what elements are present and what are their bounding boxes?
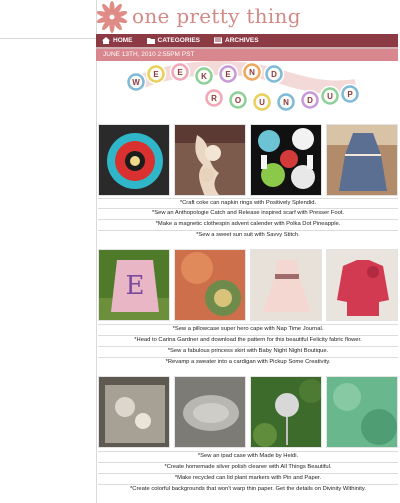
- banner-letter: N: [283, 98, 289, 107]
- caption-text[interactable]: *Create homemade silver polish cleaner w…: [164, 464, 331, 470]
- banner-letter-bubble: O: [227, 89, 249, 111]
- caption-colorful-backgrounds[interactable]: *Create colorful backgrounds that won't …: [98, 484, 398, 493]
- photo-colorful-backgrounds[interactable]: [326, 376, 398, 448]
- caption-napkin-rings[interactable]: *Craft coke can napkin rings with Positi…: [98, 198, 398, 207]
- photo-clothespin-calendar[interactable]: [250, 124, 322, 196]
- banner-letter-bubble: E: [145, 63, 167, 85]
- caption-cardigan[interactable]: *Revamp a sweater into a cardigan with P…: [98, 357, 398, 366]
- caption-text[interactable]: *Revamp a sweater into a cardigan with P…: [166, 359, 331, 365]
- photo-cardigan[interactable]: [326, 249, 398, 321]
- caption-text[interactable]: *Sew a fabulous princess skirt with Baby…: [168, 348, 328, 354]
- nav-archives[interactable]: ARCHIVES: [214, 37, 259, 44]
- banner-letter-bubble: W: [125, 71, 147, 93]
- caption-ipad-case[interactable]: *Sew an ipad case with Made by Heidi.: [98, 451, 398, 460]
- archive-icon: [214, 37, 222, 44]
- nav-home-label: HOME: [113, 37, 133, 44]
- caption-scarf[interactable]: *Sew an Anthopologie Catch and Release i…: [98, 208, 398, 217]
- banner-letter-bubble: U: [251, 91, 273, 113]
- photo-row-1: [98, 124, 398, 196]
- banner-letter: P: [347, 90, 353, 99]
- banner-letter: E: [225, 70, 231, 79]
- banner-letter: D: [307, 96, 313, 105]
- banner-letter-bubble: U: [319, 85, 341, 107]
- caption-text[interactable]: *Sew a sweet sun suit with Savvy Stitch.: [196, 232, 300, 238]
- home-icon: [102, 37, 110, 44]
- caption-silver-polish[interactable]: *Create homemade silver polish cleaner w…: [98, 462, 398, 471]
- nav-categories[interactable]: CATEGORIES: [146, 37, 201, 44]
- main-nav: HOME CATEGORIES ARCHIVES: [96, 34, 398, 47]
- weekend-roundup-banner: W E E K E N D R O U N D U P: [125, 61, 361, 113]
- photo-napkin-ring[interactable]: [98, 124, 170, 196]
- photo-silver-polish[interactable]: [174, 376, 246, 448]
- site-header: one pretty thing: [96, 0, 400, 34]
- banner-letter-bubble: K: [193, 65, 215, 87]
- banner-letter: E: [153, 70, 159, 79]
- banner-letter: W: [132, 78, 140, 87]
- caption-text[interactable]: *Sew a pillowcase super hero cape with N…: [173, 326, 324, 332]
- banner-letter-bubble: E: [217, 63, 239, 85]
- banner-letter: N: [249, 68, 255, 77]
- caption-text[interactable]: *Make a magnetic clothespin advent calen…: [156, 221, 341, 227]
- banner-letter: D: [271, 70, 277, 79]
- caption-text[interactable]: *Sew an ipad case with Made by Heidi.: [198, 453, 298, 459]
- left-gutter: [0, 0, 96, 503]
- caption-plant-markers[interactable]: *Make recycled can lid plant markers wit…: [98, 473, 398, 482]
- photo-row-2: E: [98, 249, 398, 321]
- folder-icon: [146, 38, 155, 44]
- gutter-divider: [0, 38, 96, 39]
- caption-sun-suit[interactable]: *Sew a sweet sun suit with Savvy Stitch.: [98, 230, 398, 239]
- photo-plant-markers[interactable]: [250, 376, 322, 448]
- caption-text[interactable]: *Craft coke can napkin rings with Positi…: [180, 200, 316, 206]
- banner-letter-bubble: N: [275, 91, 297, 113]
- banner-letter-bubble: N: [241, 61, 263, 83]
- flower-logo-icon: [96, 1, 128, 33]
- photo-row-3: [98, 376, 398, 448]
- caption-text[interactable]: *Create colorful backgrounds that won't …: [130, 486, 366, 492]
- photo-ipad-case[interactable]: [98, 376, 170, 448]
- banner-letter-bubble: E: [169, 61, 191, 83]
- nav-home[interactable]: HOME: [102, 37, 133, 44]
- photo-hero-cape[interactable]: E: [98, 249, 170, 321]
- banner-letter: K: [201, 72, 207, 81]
- banner-letter-bubble: R: [203, 87, 225, 109]
- post-date: JUNE 13TH, 2010 2:55PM PST: [103, 51, 195, 58]
- banner-letter: U: [259, 98, 265, 107]
- banner-letter-bubble: D: [299, 89, 321, 111]
- site-title[interactable]: one pretty thing: [132, 4, 301, 28]
- photo-sun-suit[interactable]: [326, 124, 398, 196]
- photo-princess-skirt[interactable]: [250, 249, 322, 321]
- banner-letter-bubble: D: [263, 63, 285, 85]
- caption-text[interactable]: *Sew an Anthopologie Catch and Release i…: [152, 210, 344, 216]
- caption-advent-calendar[interactable]: *Make a magnetic clothespin advent calen…: [98, 219, 398, 228]
- photo-ruffle-scarf[interactable]: [174, 124, 246, 196]
- banner-letter-bubble: P: [339, 83, 361, 105]
- photo-fabric-flower[interactable]: [174, 249, 246, 321]
- caption-princess-skirt[interactable]: *Sew a fabulous princess skirt with Baby…: [98, 346, 398, 355]
- banner-letter: U: [327, 92, 333, 101]
- caption-hero-cape[interactable]: *Sew a pillowcase super hero cape with N…: [98, 324, 398, 333]
- nav-categories-label: CATEGORIES: [157, 37, 201, 44]
- nav-archives-label: ARCHIVES: [225, 37, 259, 44]
- banner-letter: R: [211, 94, 217, 103]
- banner-letter: E: [177, 68, 183, 77]
- caption-fabric-flower[interactable]: *Head to Carina Gardner and download the…: [98, 335, 398, 344]
- caption-text[interactable]: *Make recycled can lid plant markers wit…: [175, 475, 321, 481]
- banner-letter: O: [235, 96, 241, 105]
- svg-text:E: E: [126, 271, 145, 301]
- caption-text[interactable]: *Head to Carina Gardner and download the…: [134, 337, 362, 343]
